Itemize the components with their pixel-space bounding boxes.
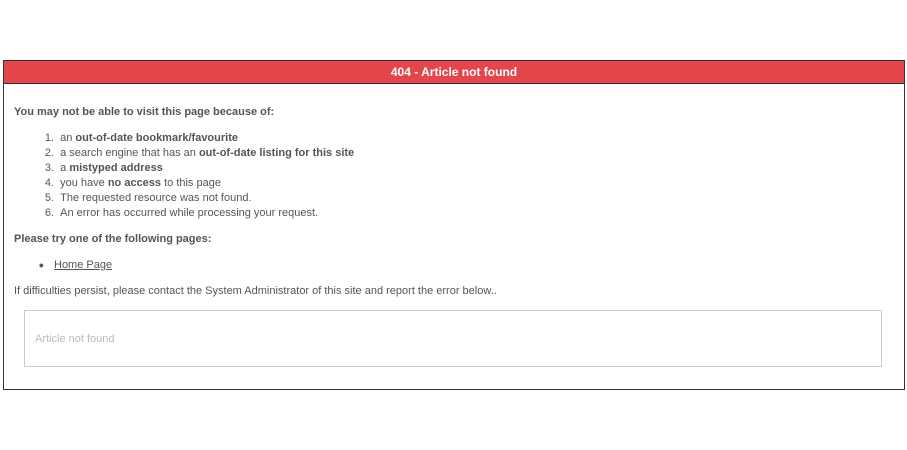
reason-text: a: [60, 162, 70, 174]
reason-bold-text: out-of-date bookmark/favourite: [75, 132, 238, 144]
reason-bold-text: mistyped address: [69, 162, 163, 174]
reason-text: The requested resource was not found.: [60, 192, 252, 204]
reason-item: 5. The requested resource was not found.: [14, 191, 354, 206]
reason-text: An error has occurred while processing y…: [60, 207, 319, 219]
reason-text: you have: [60, 177, 108, 189]
reasons-heading: You may not be able to visit this page b…: [14, 106, 275, 118]
reason-bold-text: out-of-date listing for this site: [198, 147, 355, 159]
reason-item: 2. a search engine that has an out-of-da…: [14, 146, 354, 161]
reason-text: an: [60, 132, 76, 144]
reason-item: 6. An error has occurred while processin…: [14, 206, 354, 221]
error-title: 404 - Article not found: [4, 61, 904, 84]
persist-message: If difficulties persist, please contact …: [14, 285, 497, 297]
reason-number: 4.: [44, 177, 54, 189]
reason-bold-text: no access: [107, 177, 162, 189]
home-page-link[interactable]: Home Page: [54, 259, 112, 271]
bullet-icon: ●: [38, 260, 44, 270]
reason-text: a search engine that has an: [60, 147, 199, 159]
reason-number: 5.: [44, 192, 54, 204]
reason-number: 6.: [44, 207, 54, 219]
reason-item: 4. you have no access to this page: [14, 176, 354, 191]
reason-number: 2.: [44, 147, 54, 159]
pages-heading: Please try one of the following pages:: [14, 233, 212, 245]
error-box: 404 - Article not found You may not be a…: [3, 60, 905, 390]
error-message-box: Article not found: [24, 310, 882, 367]
reason-number: 1.: [44, 132, 54, 144]
error-message-text: Article not found: [35, 333, 115, 345]
list-item: ● Home Page: [14, 258, 113, 273]
reason-text-suffix: to this page: [161, 177, 221, 189]
reasons-list: 1. an out-of-date bookmark/favourite 2. …: [14, 131, 354, 221]
reason-item: 3. a mistyped address: [14, 161, 354, 176]
pages-list: ● Home Page: [14, 258, 113, 273]
reason-item: 1. an out-of-date bookmark/favourite: [14, 131, 354, 146]
reason-number: 3.: [44, 162, 54, 174]
